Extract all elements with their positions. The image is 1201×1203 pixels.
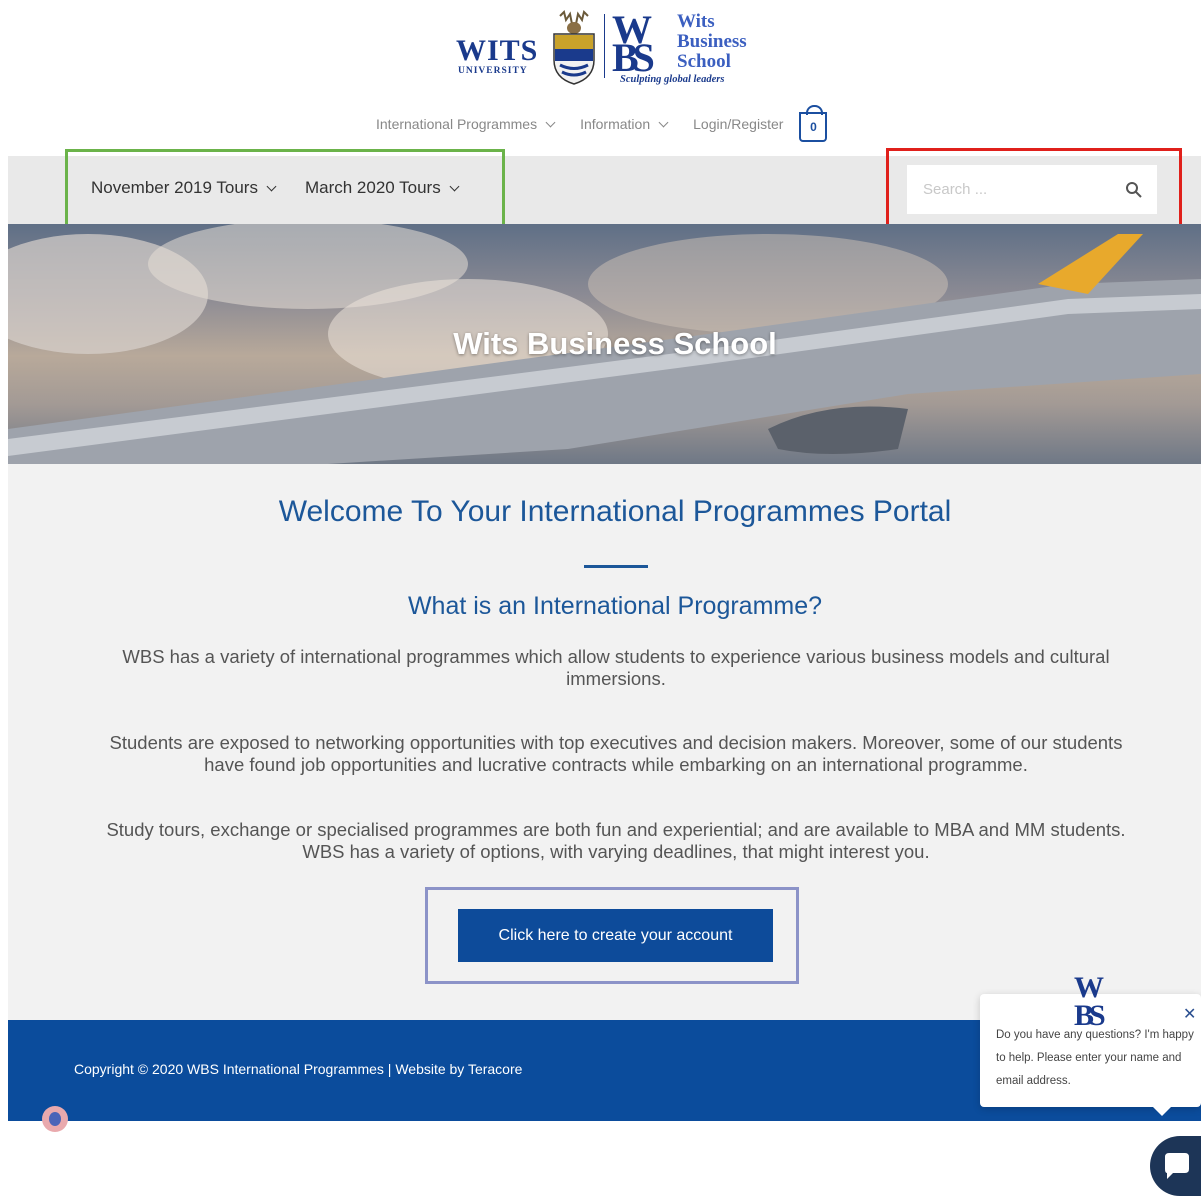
chevron-down-icon [545,117,556,127]
paragraph-study-tours: Study tours, exchange or specialised pro… [106,819,1126,862]
cart-count: 0 [810,120,817,134]
accessibility-avatar-icon[interactable] [42,1106,68,1132]
copyright-text: Copyright © 2020 WBS International Progr… [74,1061,523,1077]
wits-logo-subtext: UNIVERSITY [458,66,528,76]
nav-label: Login/Register [693,116,784,132]
title-divider [584,565,648,568]
close-icon[interactable]: ✕ [1183,1004,1196,1024]
chat-bubble-icon [1165,1153,1189,1179]
create-account-button[interactable]: Click here to create your account [458,909,773,962]
wits-crest-icon [553,10,595,85]
chat-popup-tail [1150,1104,1174,1116]
paragraph-intro: WBS has a variety of international progr… [122,646,1110,689]
chat-wbs-logo: W BS [1074,971,1106,1032]
chat-message: Do you have any questions? I'm happy to … [996,1029,1194,1087]
hero-title: Wits Business School [453,326,777,361]
chevron-down-icon [658,117,669,127]
nav-item-information[interactable]: Information [580,116,669,132]
cart-icon[interactable]: 0 [799,105,828,142]
section-heading: What is an International Programme? [407,592,823,620]
wbs-logo-tagline: Sculpting global leaders [620,74,725,85]
nav-item-international-programmes[interactable]: International Programmes [376,116,556,132]
nav-item-login-register[interactable]: Login/Register [693,116,783,132]
chat-launcher-button[interactable] [1150,1136,1201,1196]
nav-label: International Programmes [376,116,538,132]
site-logo[interactable]: WITS UNIVERSITY W BS Wits Business Schoo… [452,6,772,92]
logo-divider [604,14,605,78]
nav-label: Information [580,116,651,132]
highlight-box-green [65,149,505,232]
wbs-logo-name: Wits Business School [677,11,747,72]
top-navigation: International Programmes Information Log… [376,105,828,142]
wits-logo-text: WITS [456,34,539,67]
paragraph-networking: Students are exposed to networking oppor… [109,732,1123,775]
highlight-box-red [886,148,1182,234]
page-title: Welcome To Your International Programmes… [278,495,952,528]
